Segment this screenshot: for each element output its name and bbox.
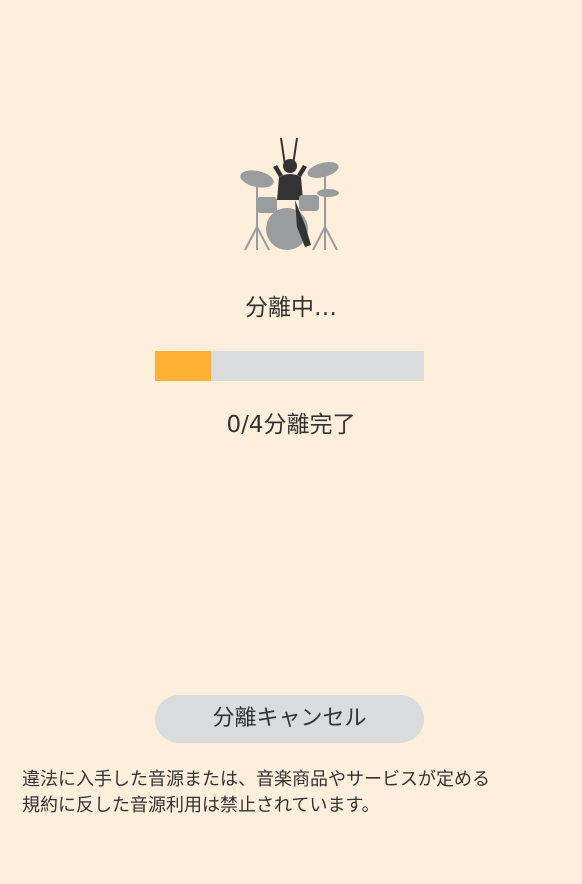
separation-status-label: 分離中… <box>245 295 337 321</box>
separation-progress-bar <box>155 351 424 381</box>
drummer-icon <box>235 135 345 255</box>
cancel-separation-button[interactable]: 分離キャンセル <box>155 695 424 743</box>
legal-notice: 違法に入手した音源または、音楽商品やサービスが定める 規約に反した音源利用は禁止… <box>22 769 490 816</box>
separation-progress-fill <box>155 351 212 381</box>
separation-count-label: 0/4分離完了 <box>226 412 356 438</box>
